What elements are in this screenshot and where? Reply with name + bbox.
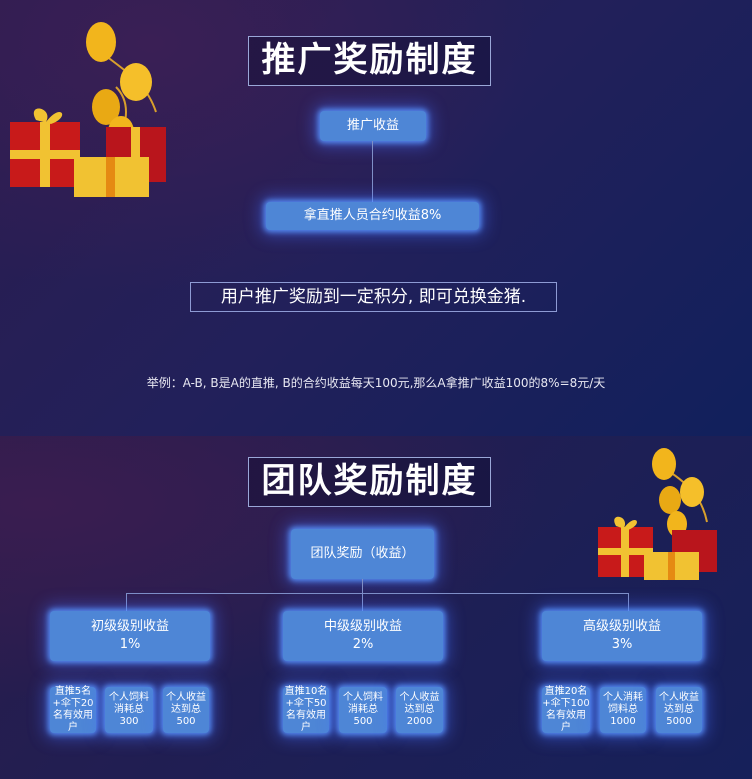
example-text: 举例：A-B, B是A的直推, B的合约收益每天100元,那么A拿推广收益100… — [146, 376, 606, 390]
requirement-value: 2000 — [406, 716, 433, 727]
level-name: 高级级别收益 — [582, 619, 661, 634]
level-percent: 3% — [611, 637, 633, 652]
requirement-text: 个人饲料消耗总 — [343, 692, 383, 715]
requirement-text: 直推5名+伞下20名有效用户 — [52, 686, 94, 733]
requirement-box: 个人饲料消耗总 500 — [339, 687, 387, 733]
connector-line — [126, 593, 628, 594]
requirement-box: 个人收益达到总 2000 — [396, 687, 443, 733]
level-name: 初级级别收益 — [90, 619, 169, 634]
requirement-text: 直推10名+伞下50名有效用户 — [284, 686, 328, 733]
level-senior-node: 高级级别收益 3% — [542, 611, 702, 661]
page-title: 推广奖励制度 — [248, 36, 491, 86]
requirement-value: 500 — [176, 716, 196, 727]
requirement-value: 300 — [119, 716, 139, 727]
requirement-box: 个人消耗饲料总 1000 — [600, 687, 646, 733]
requirement-value: 500 — [353, 716, 373, 727]
referral-rule-node: 拿直推人员合约收益8% — [266, 202, 479, 230]
requirement-text: 个人消耗饲料总 — [603, 692, 643, 715]
level-percent: 1% — [119, 637, 141, 652]
team-panel: 团队奖励制度 团队奖励（收益） 初级级别收益 1% 中级级别收益 2% 高级级别… — [0, 436, 752, 779]
requirement-box: 个人饲料消耗总 300 — [105, 687, 153, 733]
requirement-text: 个人饲料消耗总 — [109, 692, 149, 715]
connector-line — [362, 579, 363, 593]
referral-panel: 推广奖励制度 推广收益 拿直推人员合约收益8% 用户推广奖励到一定积分, 即可兑… — [0, 0, 752, 436]
requirement-box: 个人收益达到总 500 — [163, 687, 209, 733]
requirement-box: 直推10名+伞下50名有效用户 — [283, 686, 329, 733]
level-name: 中级级别收益 — [323, 619, 402, 634]
requirement-value: 1000 — [610, 716, 636, 727]
team-root-node: 团队奖励（收益） — [291, 529, 434, 579]
referral-income-node: 推广收益 — [320, 111, 426, 141]
connector-line — [628, 593, 629, 611]
requirement-text: 个人收益达到总 — [399, 692, 440, 715]
requirement-box: 直推20名+伞下100名有效用户 — [542, 686, 590, 733]
gift-balloons-icon — [10, 22, 166, 197]
level-junior-node: 初级级别收益 1% — [50, 611, 210, 661]
requirement-text: 直推20名+伞下100名有效用户 — [542, 686, 590, 733]
connector-line — [362, 593, 363, 611]
level-middle-node: 中级级别收益 2% — [283, 611, 443, 661]
requirement-text: 个人收益达到总 — [659, 692, 699, 715]
connector-line — [126, 593, 127, 611]
gift-balloons-icon — [598, 448, 717, 580]
connector-line — [372, 141, 373, 202]
requirement-value: 5000 — [666, 716, 692, 727]
points-redeem-note: 用户推广奖励到一定积分, 即可兑换金猪. — [190, 282, 557, 312]
level-percent: 2% — [352, 637, 374, 652]
requirement-box: 个人收益达到总 5000 — [656, 687, 702, 733]
team-title: 团队奖励制度 — [248, 457, 491, 507]
requirement-text: 个人收益达到总 — [166, 692, 206, 715]
requirement-box: 直推5名+伞下20名有效用户 — [50, 686, 96, 733]
